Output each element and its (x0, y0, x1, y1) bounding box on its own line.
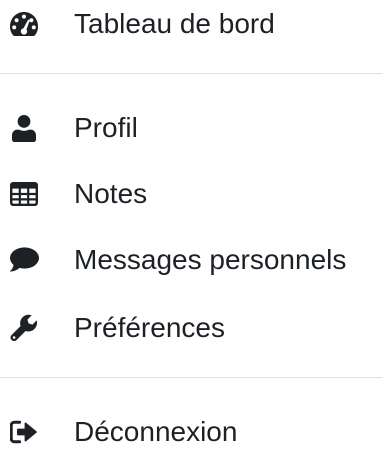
menu-divider (0, 73, 382, 74)
tachometer-icon (9, 9, 39, 39)
comment-icon (9, 245, 39, 275)
menu-item-label: Messages personnels (74, 244, 347, 275)
menu-item-label: Préférences (74, 312, 225, 343)
table-icon (9, 179, 39, 209)
user-menu: Tableau de bord Profil Notes Messages pe… (0, 0, 382, 447)
wrench-icon (9, 313, 39, 343)
menu-item-preferences[interactable]: Préférences (0, 301, 382, 355)
menu-item-logout[interactable]: Déconnexion (0, 405, 382, 459)
menu-item-dashboard[interactable]: Tableau de bord (0, 0, 382, 51)
menu-item-label: Déconnexion (74, 416, 238, 447)
menu-item-grades[interactable]: Notes (0, 167, 382, 221)
menu-divider (0, 377, 382, 378)
menu-item-messages[interactable]: Messages personnels (0, 233, 382, 287)
user-icon (9, 113, 39, 143)
menu-item-profile[interactable]: Profil (0, 101, 382, 155)
menu-item-label: Profil (74, 112, 138, 143)
menu-item-label: Notes (74, 178, 148, 209)
sign-out-icon (9, 417, 39, 447)
menu-item-label: Tableau de bord (74, 8, 275, 39)
